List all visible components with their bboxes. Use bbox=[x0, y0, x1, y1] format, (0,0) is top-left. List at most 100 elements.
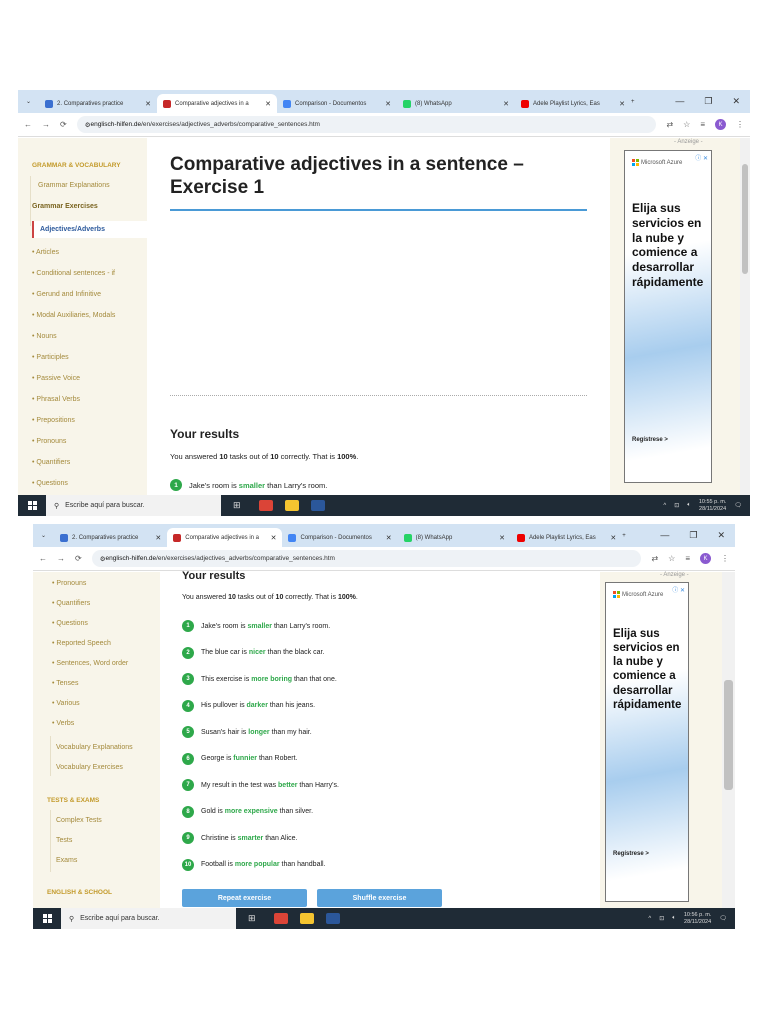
tab-5[interactable]: Adele Playlist Lyrics, Eas ✕ bbox=[511, 528, 622, 547]
tab-5[interactable]: Adele Playlist Lyrics, Eas ✕ bbox=[515, 94, 631, 113]
adchoices-icon[interactable]: ⓘ ✕ bbox=[672, 585, 685, 594]
word-icon[interactable] bbox=[326, 913, 340, 924]
bookmark-star-icon[interactable]: ☆ bbox=[683, 120, 690, 129]
tab-3[interactable]: Comparison - Documentos ✕ bbox=[282, 528, 397, 547]
tray-chevron-icon[interactable]: ^ bbox=[648, 916, 651, 922]
tray-chevron-icon[interactable]: ^ bbox=[663, 503, 666, 509]
scrollbar[interactable] bbox=[722, 572, 735, 908]
sidebar-item[interactable]: • Articles bbox=[32, 249, 59, 256]
profile-avatar[interactable]: K bbox=[715, 119, 726, 130]
sidebar-item[interactable]: • Questions bbox=[32, 480, 68, 487]
translate-icon[interactable]: ⇄ bbox=[666, 120, 673, 129]
volume-icon[interactable]: 🔈︎ bbox=[687, 502, 691, 509]
network-icon[interactable]: ⊡ bbox=[659, 915, 664, 922]
forward-icon[interactable]: → bbox=[57, 554, 65, 563]
reload-icon[interactable]: ⟳ bbox=[75, 554, 82, 563]
sidebar-vocab-exercises[interactable]: Vocabulary Exercises bbox=[56, 764, 123, 771]
close-tab-icon[interactable]: ✕ bbox=[155, 534, 161, 542]
close-tab-icon[interactable]: ✕ bbox=[145, 100, 151, 108]
clock[interactable]: 10:55 p. m. 28/11/2024 bbox=[699, 499, 727, 512]
profile-avatar[interactable]: K bbox=[700, 553, 711, 564]
sidebar-tests-item[interactable]: Tests bbox=[56, 837, 72, 844]
url-field[interactable]: ⚙ englisch-hilfen.de/en/exercises/adject… bbox=[91, 550, 642, 567]
file-explorer-icon[interactable] bbox=[285, 500, 299, 511]
close-tab-icon[interactable]: ✕ bbox=[385, 100, 391, 108]
reading-list-icon[interactable]: ≡ bbox=[685, 554, 690, 563]
close-tab-icon[interactable]: ✕ bbox=[499, 534, 505, 542]
tab-search-icon[interactable]: ⌄ bbox=[26, 98, 31, 105]
sidebar-tests-item[interactable]: Complex Tests bbox=[56, 817, 102, 824]
clock[interactable]: 10:56 p. m. 28/11/2024 bbox=[684, 912, 712, 925]
tab-4[interactable]: (8) WhatsApp ✕ bbox=[397, 94, 515, 113]
restore-icon[interactable]: ❐ bbox=[704, 96, 712, 107]
sidebar-item[interactable]: • Modal Auxiliaries, Modals bbox=[32, 312, 115, 319]
tab-2[interactable]: Comparative adjectives in a ✕ bbox=[167, 528, 283, 547]
start-button[interactable] bbox=[33, 914, 61, 923]
sidebar-item[interactable]: • Conditional sentences - if bbox=[32, 270, 115, 277]
file-explorer-icon[interactable] bbox=[300, 913, 314, 924]
sidebar-item[interactable]: • Reported Speech bbox=[52, 640, 111, 647]
sidebar-item[interactable]: • Gerund and Infinitive bbox=[32, 291, 101, 298]
volume-icon[interactable]: 🔈︎ bbox=[672, 915, 676, 922]
sidebar-item[interactable]: • Quantifiers bbox=[32, 459, 70, 466]
translate-icon[interactable]: ⇄ bbox=[651, 554, 658, 563]
close-tab-icon[interactable]: ✕ bbox=[386, 534, 392, 542]
tab-search-icon[interactable]: ⌄ bbox=[41, 532, 46, 539]
sidebar-item[interactable]: • Tenses bbox=[52, 680, 78, 687]
url-field[interactable]: ⚙ englisch-hilfen.de/en/exercises/adject… bbox=[76, 116, 657, 133]
close-tab-icon[interactable]: ✕ bbox=[610, 534, 616, 542]
close-tab-icon[interactable]: ✕ bbox=[271, 534, 277, 542]
ad-banner[interactable]: Microsoft Azure ⓘ ✕ Elija sus servicios en… bbox=[624, 150, 712, 483]
ad-cta-link[interactable]: Regístrese > bbox=[632, 437, 668, 443]
sidebar-item[interactable]: • Questions bbox=[52, 620, 88, 627]
ad-banner[interactable]: Microsoft Azure ⓘ ✕ Elija sus servicios en… bbox=[605, 582, 689, 902]
new-tab-button[interactable]: + bbox=[631, 99, 635, 105]
tab-2[interactable]: Comparative adjectives in a ✕ bbox=[157, 94, 278, 113]
forward-icon[interactable]: → bbox=[42, 120, 50, 129]
start-button[interactable] bbox=[18, 501, 46, 510]
bookmark-star-icon[interactable]: ☆ bbox=[668, 554, 675, 563]
tab-3[interactable]: Comparison - Documentos ✕ bbox=[277, 94, 397, 113]
sidebar-item[interactable]: • Nouns bbox=[32, 333, 57, 340]
minimize-icon[interactable]: — bbox=[675, 96, 684, 107]
repeat-exercise-button[interactable]: Repeat exercise bbox=[182, 889, 307, 907]
taskbar-search[interactable]: ⚲ Escribe aquí para buscar. bbox=[46, 495, 221, 516]
sidebar-item[interactable]: • Pronouns bbox=[32, 438, 66, 445]
task-view-icon[interactable]: ⊞ bbox=[248, 913, 262, 924]
close-window-icon[interactable]: ✕ bbox=[717, 530, 725, 541]
menu-icon[interactable]: ⋮ bbox=[721, 554, 729, 563]
tab-4[interactable]: (8) WhatsApp ✕ bbox=[398, 528, 511, 547]
back-icon[interactable]: ← bbox=[24, 120, 32, 129]
sidebar-item[interactable]: • Sentences, Word order bbox=[52, 660, 128, 667]
sidebar-item[interactable]: • Pronouns bbox=[52, 580, 86, 587]
sidebar-item[interactable]: • Passive Voice bbox=[32, 375, 80, 382]
sidebar-item[interactable]: • Participles bbox=[32, 354, 69, 361]
close-tab-icon[interactable]: ✕ bbox=[619, 100, 625, 108]
notifications-icon[interactable]: 🗨︎ bbox=[734, 502, 742, 509]
shuffle-exercise-button[interactable]: Shuffle exercise bbox=[317, 889, 442, 907]
tab-1[interactable]: 2. Comparatives practice ✕ bbox=[54, 528, 167, 547]
sidebar-vocab-explanations[interactable]: Vocabulary Explanations bbox=[56, 744, 133, 751]
sidebar-item-adjectives-adverbs[interactable]: Adjectives/Adverbs bbox=[32, 221, 147, 238]
ad-cta-link[interactable]: Regístrese > bbox=[613, 851, 649, 857]
scrollbar[interactable] bbox=[740, 138, 750, 495]
sidebar-item[interactable]: • Verbs bbox=[52, 720, 74, 727]
word-icon[interactable] bbox=[311, 500, 325, 511]
close-tab-icon[interactable]: ✕ bbox=[503, 100, 509, 108]
tab-1[interactable]: 2. Comparatives practice ✕ bbox=[39, 94, 157, 113]
notifications-icon[interactable]: 🗨︎ bbox=[719, 915, 727, 922]
sidebar-grammar-explanations[interactable]: Grammar Explanations bbox=[38, 182, 110, 189]
taskbar-search[interactable]: ⚲ Escribe aquí para buscar. bbox=[61, 908, 236, 929]
minimize-icon[interactable]: — bbox=[660, 530, 669, 541]
reading-list-icon[interactable]: ≡ bbox=[700, 120, 705, 129]
close-tab-icon[interactable]: ✕ bbox=[265, 100, 271, 108]
chrome-icon[interactable] bbox=[259, 500, 273, 511]
reload-icon[interactable]: ⟳ bbox=[60, 120, 67, 129]
sidebar-item[interactable]: • Phrasal Verbs bbox=[32, 396, 80, 403]
adchoices-icon[interactable]: ⓘ ✕ bbox=[695, 153, 708, 162]
sidebar-item[interactable]: • Various bbox=[52, 700, 80, 707]
network-icon[interactable]: ⊡ bbox=[674, 502, 679, 509]
new-tab-button[interactable]: + bbox=[622, 533, 626, 539]
task-view-icon[interactable]: ⊞ bbox=[233, 500, 247, 511]
sidebar-tests-item[interactable]: Exams bbox=[56, 857, 77, 864]
